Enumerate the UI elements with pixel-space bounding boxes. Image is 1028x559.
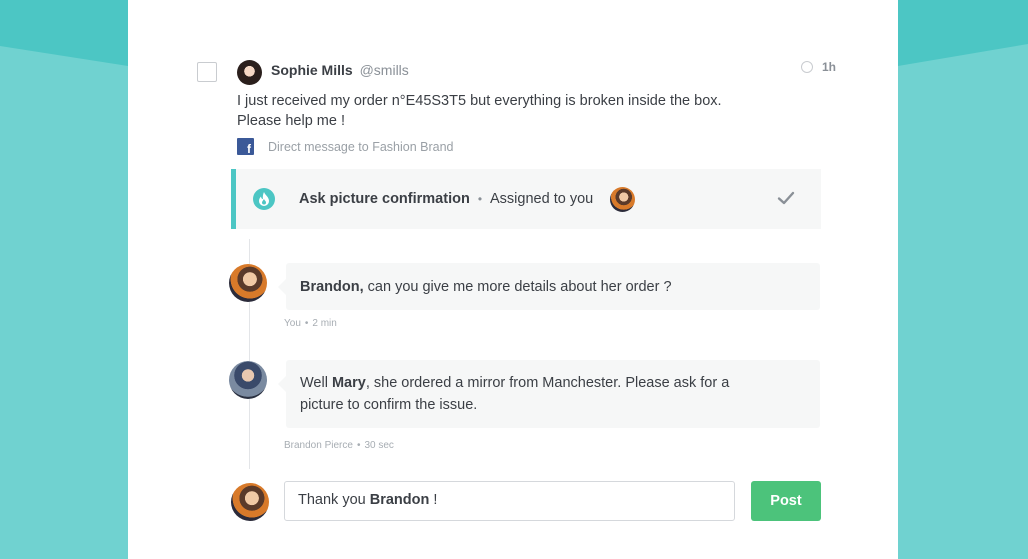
task-card[interactable]: Ask picture confirmation • Assigned to y… <box>231 169 821 229</box>
comment-time: 30 sec <box>364 440 394 451</box>
comment-prefix: Well <box>300 375 332 391</box>
comment-bubble: Well Mary, she ordered a mirror from Man… <box>278 360 820 428</box>
source-label[interactable]: Direct message to Fashion Brand <box>268 140 454 154</box>
comment-mention: Brandon, <box>300 279 364 295</box>
comment-text: , she ordered a mirror from Manchester. … <box>365 375 730 391</box>
background-ribbon-right <box>898 44 1028 559</box>
reply-mention: Brandon <box>369 492 430 508</box>
message-body: I just received my order n°E45S3T5 but e… <box>237 91 777 131</box>
conversation-card: Sophie Mills @smills 1h I just received … <box>128 0 898 559</box>
comment-bubble: Brandon, can you give me more details ab… <box>278 263 820 310</box>
meta-separator: • <box>304 318 309 329</box>
comment-author: Brandon Pierce <box>284 440 353 451</box>
reply-suffix: ! <box>429 492 438 508</box>
comment-author: You <box>284 318 301 329</box>
reply-prefix: Thank you <box>298 492 370 508</box>
message-time: 1h <box>800 60 836 74</box>
comment-text: can you give me more details about her o… <box>363 279 672 295</box>
comment-text: picture to confirm the issue. <box>300 397 478 413</box>
comment-meta: Brandon Pierce • 30 sec <box>284 440 394 451</box>
message-source: f Direct message to Fashion Brand <box>237 138 454 155</box>
avatar <box>231 483 269 521</box>
comment-time: 2 min <box>312 318 337 329</box>
clock-icon <box>800 61 813 73</box>
author-name[interactable]: Sophie Mills <box>271 62 353 78</box>
checkmark-icon[interactable] <box>777 189 795 207</box>
reply-input[interactable]: Thank you Brandon ! <box>284 481 735 521</box>
avatar <box>237 60 262 85</box>
message-author: Sophie Mills @smills <box>271 62 409 78</box>
background-ribbon-left <box>0 46 128 559</box>
avatar <box>229 264 267 302</box>
task-assignee: Assigned to you <box>490 191 594 207</box>
author-handle[interactable]: @smills <box>360 62 409 78</box>
avatar <box>229 361 267 399</box>
comment-meta: You • 2 min <box>284 318 337 329</box>
task-title: Ask picture confirmation <box>299 191 470 207</box>
message-text-line: I just received my order n°E45S3T5 but e… <box>237 93 722 109</box>
time-ago: 1h <box>821 60 836 74</box>
select-checkbox[interactable] <box>197 62 217 82</box>
assignee-avatar <box>610 186 636 212</box>
facebook-icon: f <box>237 138 254 155</box>
task-separator: • <box>477 192 483 206</box>
flame-icon <box>253 188 275 210</box>
meta-separator: • <box>356 440 361 451</box>
message-text-line: Please help me ! <box>237 113 346 129</box>
comment-mention: Mary <box>331 375 366 391</box>
post-button[interactable]: Post <box>751 481 821 521</box>
